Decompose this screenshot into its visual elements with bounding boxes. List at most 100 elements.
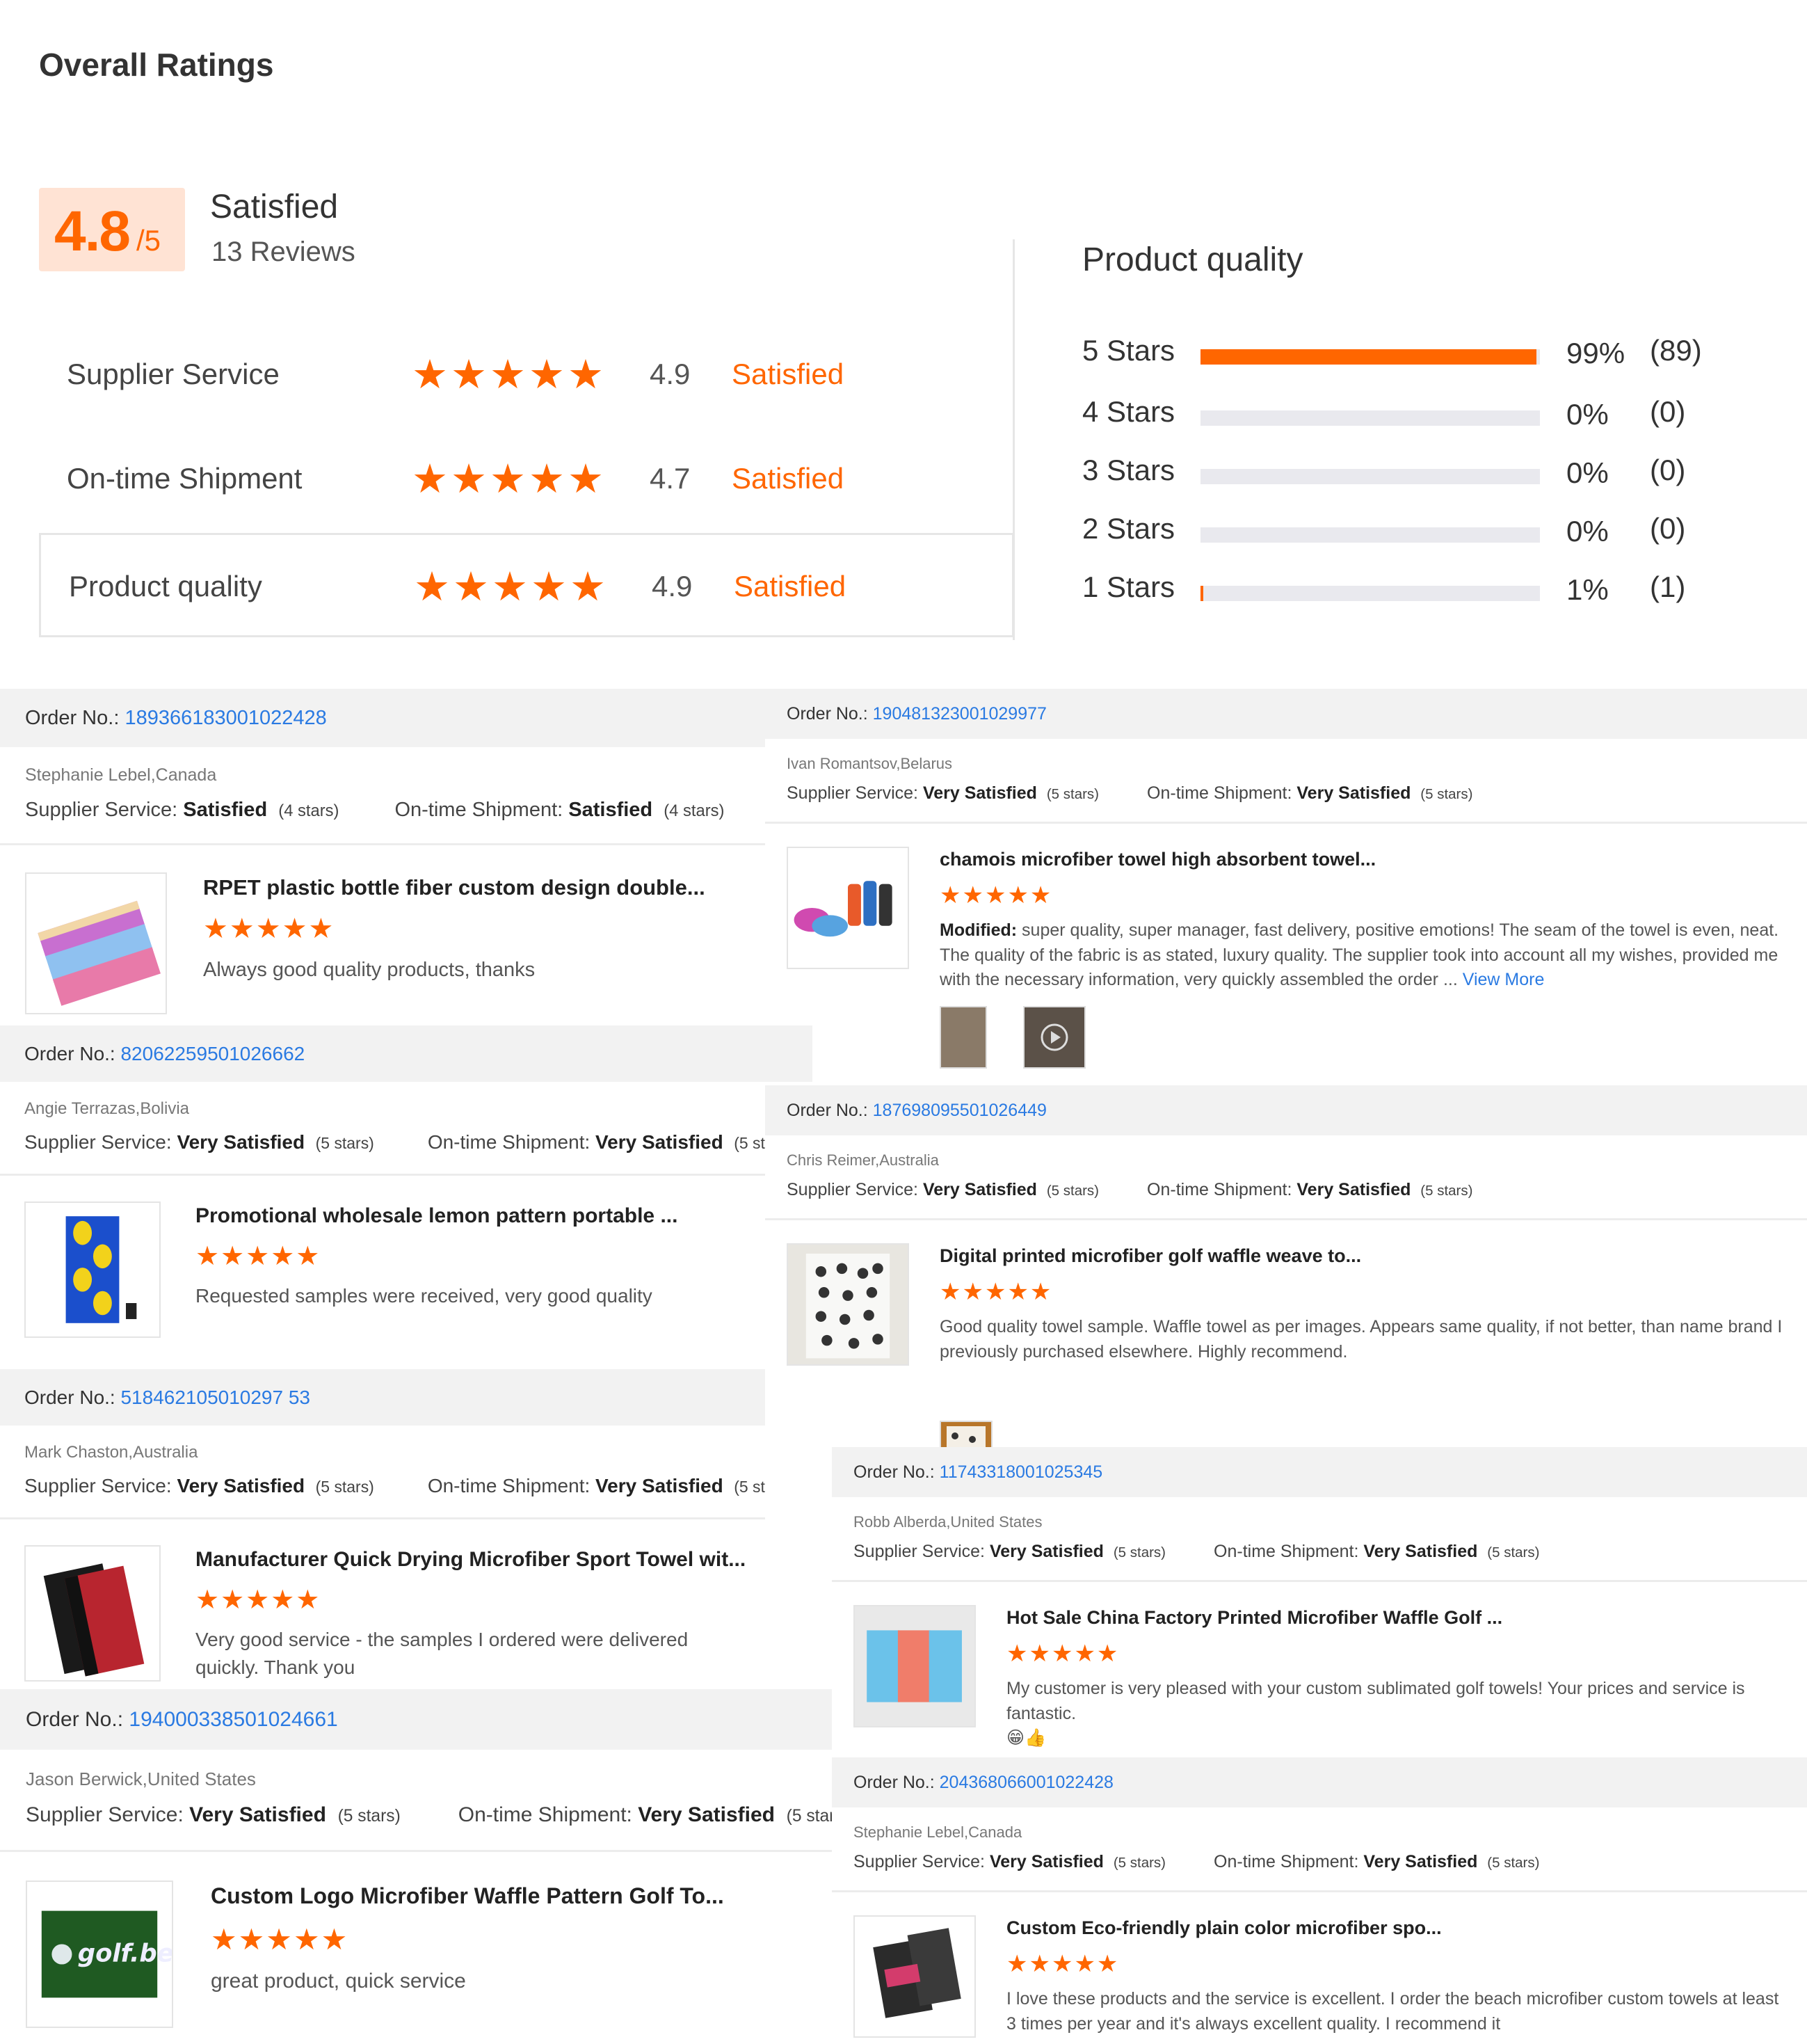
distribution-bar-fill <box>1200 349 1537 365</box>
distribution-percent: 1% <box>1566 573 1609 606</box>
order-number-link[interactable]: 82062259501026662 <box>120 1043 305 1064</box>
service-ratings: Supplier Service: Very Satisfied (5 star… <box>787 1180 1472 1200</box>
supplier-service-label: Supplier Service: <box>26 1803 184 1826</box>
ontime-shipment-stars: (5 stars) <box>734 1478 765 1496</box>
distribution-label: 1 Stars <box>1082 570 1175 603</box>
distribution-bar-track <box>1200 527 1540 543</box>
order-number-link[interactable]: 204368066001022428 <box>940 1773 1114 1792</box>
order-number-link[interactable]: 518462105010297 53 <box>120 1387 310 1408</box>
review-card: Order No.: 194000338501024661 Jason Berwi… <box>0 1689 832 2044</box>
distribution-bar-track <box>1200 586 1540 601</box>
product-star-rating: ★★★★★ <box>940 1279 1053 1305</box>
rating-row-product-quality[interactable]: Product quality ★★★★★ 4.9 Satisfied <box>39 533 1014 637</box>
review-photo-thumbnail[interactable] <box>940 1421 993 1447</box>
product-thumbnail[interactable]: golf.be <box>26 1881 173 2028</box>
distribution-bar-track <box>1200 349 1540 365</box>
supplier-service-stars: (5 stars) <box>315 1478 374 1496</box>
product-thumbnail[interactable] <box>787 1243 909 1366</box>
order-number-link[interactable]: 194000338501024661 <box>129 1708 337 1731</box>
product-title-link[interactable]: Manufacturer Quick Drying Microfiber Spo… <box>195 1548 746 1572</box>
rating-name: Supplier Service <box>67 358 280 390</box>
order-number-link[interactable]: 11743318001025345 <box>940 1462 1103 1482</box>
supplier-service-stars: (5 stars) <box>337 1807 401 1826</box>
product-title-link[interactable]: Custom Eco-friendly plain color microfib… <box>1006 1917 1442 1939</box>
product-thumbnail[interactable] <box>25 872 167 1014</box>
supplier-service-value: Very Satisfied <box>177 1131 305 1153</box>
ontime-shipment-stars: (5 stars) <box>1487 1855 1540 1871</box>
ontime-shipment-stars: (5 stars) <box>1487 1544 1540 1560</box>
distribution-count: (0) <box>1650 395 1686 428</box>
review-comment: Requested samples were received, very go… <box>195 1282 792 1310</box>
summary-divider <box>1013 239 1015 640</box>
order-header: Order No.: 187698095501026449 <box>765 1085 1807 1135</box>
view-more-link[interactable]: View More <box>1463 970 1545 989</box>
card-divider <box>0 1517 765 1519</box>
order-header: Order No.: 11743318001025345 <box>832 1447 1807 1497</box>
review-comment: Always good quality products, thanks <box>203 956 744 984</box>
review-comment: great product, quick service <box>211 1967 811 1997</box>
order-number-link[interactable]: 189366183001022428 <box>125 707 326 729</box>
distribution-count: (0) <box>1650 454 1686 486</box>
rating-name: On-time Shipment <box>67 462 303 495</box>
distribution-label: 3 Stars <box>1082 454 1175 486</box>
modified-label: Modified: <box>940 920 1018 940</box>
product-title-link[interactable]: Hot Sale China Factory Printed Microfibe… <box>1006 1607 1502 1629</box>
order-no-label: Order No.: <box>853 1462 935 1482</box>
rating-score: 4.9 <box>652 570 693 602</box>
distribution-bar-track <box>1200 469 1540 484</box>
card-divider <box>832 1580 1807 1582</box>
ontime-shipment-value: Very Satisfied <box>1363 1852 1478 1871</box>
card-divider <box>0 1174 812 1176</box>
product-thumbnail[interactable] <box>853 1605 976 1727</box>
service-ratings: Supplier Service: Very Satisfied (5 star… <box>787 783 1472 804</box>
distribution-percent: 0% <box>1566 456 1609 489</box>
ontime-shipment-stars: (5 stars) <box>786 1807 832 1826</box>
review-card: Order No.: 187698095501026449 Chris Reime… <box>765 1085 1807 1447</box>
emoji-icons: 😁👍 <box>1006 1728 1047 1748</box>
photo-preview <box>947 1426 986 1447</box>
product-thumbnail[interactable] <box>24 1545 161 1682</box>
supplier-service-label: Supplier Service: <box>24 1131 172 1153</box>
product-thumbnail[interactable] <box>787 847 909 969</box>
rating-word: Satisfied <box>732 358 844 390</box>
supplier-service-value: Very Satisfied <box>922 1180 1037 1199</box>
distribution-label: 5 Stars <box>1082 334 1175 367</box>
product-star-rating: ★★★★★ <box>940 882 1053 909</box>
ontime-shipment-label: On-time Shipment: <box>1147 1180 1292 1199</box>
supplier-service-value: Very Satisfied <box>922 783 1037 803</box>
ontime-shipment-label: On-time Shipment: <box>1214 1542 1359 1561</box>
order-label: Order No.: 11743318001025345 <box>853 1462 1102 1483</box>
play-icon <box>1041 1023 1068 1051</box>
order-number-link[interactable]: 190481323001029977 <box>873 704 1047 724</box>
ontime-shipment-stars: (5 stars) <box>1420 1183 1473 1199</box>
ontime-shipment-value: Very Satisfied <box>1296 1180 1411 1199</box>
card-divider <box>0 1850 832 1852</box>
product-thumbnail[interactable] <box>24 1201 161 1338</box>
product-star-rating: ★★★★★ <box>1006 1640 1120 1667</box>
review-video-thumbnail[interactable] <box>1023 1006 1086 1069</box>
rating-score: 4.9 <box>650 358 691 390</box>
review-card: Order No.: 204368066001022428 Stephanie L… <box>832 1757 1807 2044</box>
supplier-service-label: Supplier Service: <box>787 1180 918 1199</box>
service-ratings: Supplier Service: Very Satisfied (5 star… <box>24 1131 792 1153</box>
reviewer-name: Stephanie Lebel,Canada <box>853 1823 1022 1841</box>
order-number-link[interactable]: 187698095501026449 <box>873 1101 1047 1120</box>
product-title-link[interactable]: RPET plastic bottle fiber custom design … <box>203 875 705 900</box>
product-title-link[interactable]: Promotional wholesale lemon pattern port… <box>195 1204 677 1228</box>
order-label: Order No.: 82062259501026662 <box>24 1043 305 1065</box>
ontime-shipment-value: Satisfied <box>568 799 653 821</box>
golf-logo-text: golf.be <box>78 1939 172 1967</box>
card-divider <box>765 1218 1807 1220</box>
product-title-link[interactable]: Digital printed microfiber golf waffle w… <box>940 1245 1361 1267</box>
ontime-shipment-value: Very Satisfied <box>638 1803 775 1826</box>
product-title-link[interactable]: chamois microfiber towel high absorbent … <box>940 849 1376 870</box>
distribution-count: (0) <box>1650 512 1686 545</box>
product-thumbnail[interactable] <box>853 1915 976 2038</box>
product-star-rating: ★★★★★ <box>1006 1951 1120 1977</box>
supplier-service-label: Supplier Service: <box>25 799 178 821</box>
overall-score: 4.8 <box>54 200 131 263</box>
review-photo-thumbnail[interactable] <box>940 1006 987 1069</box>
review-card: Order No.: 189366183001022428 Stephanie L… <box>0 689 765 1030</box>
product-title-link[interactable]: Custom Logo Microfiber Waffle Pattern Go… <box>211 1883 724 1909</box>
review-card: Order No.: 518462105010297 53 Mark Chasto… <box>0 1369 765 1689</box>
